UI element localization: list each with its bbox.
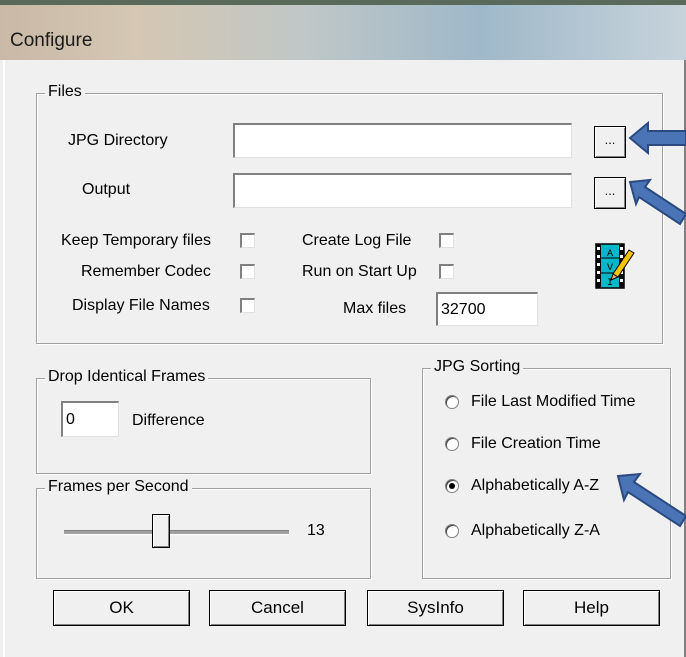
keep-temp-checkbox[interactable] [240, 233, 255, 248]
fps-value: 13 [307, 522, 325, 539]
fps-legend: Frames per Second [45, 478, 192, 496]
sort-last-modified-label[interactable]: File Last Modified Time [471, 393, 636, 411]
run-startup-checkbox[interactable] [439, 264, 454, 279]
title-bar: Configure [0, 0, 686, 60]
sort-z-a-radio[interactable] [445, 524, 459, 538]
window-title: Configure [10, 30, 93, 51]
drop-frames-input[interactable] [61, 401, 119, 437]
avi-letter-v: V [607, 263, 613, 274]
jpg-directory-input[interactable] [233, 123, 572, 158]
dialog-body: Files JPG Directory ... Output ... Keep … [3, 60, 686, 657]
output-label: Output [82, 181, 131, 198]
arrow-icon-sort-a-z [616, 472, 686, 528]
display-names-checkbox[interactable] [240, 298, 255, 313]
sort-z-a-label[interactable]: Alphabetically Z-A [471, 522, 600, 540]
max-files-input[interactable] [436, 292, 538, 326]
remember-codec-checkbox[interactable] [240, 264, 255, 279]
arrow-icon-output-browse [628, 178, 686, 226]
create-log-checkbox[interactable] [439, 233, 454, 248]
arrow-icon-jpg-browse [628, 120, 686, 156]
jpg-sorting-legend: JPG Sorting [431, 358, 524, 376]
title-bar-edge [0, 0, 686, 5]
display-names-label: Display File Names [72, 297, 210, 314]
remember-codec-label: Remember Codec [81, 263, 211, 280]
run-startup-label: Run on Start Up [302, 263, 417, 280]
help-button[interactable]: Help [523, 590, 660, 626]
sort-creation-label[interactable]: File Creation Time [471, 435, 601, 453]
fps-slider-track[interactable] [64, 530, 289, 535]
avi-letter-a: A [607, 249, 613, 260]
output-browse-button[interactable]: ... [594, 177, 626, 209]
sort-creation-radio[interactable] [445, 437, 459, 451]
sort-last-modified-radio[interactable] [445, 395, 459, 409]
files-legend: Files [45, 83, 85, 101]
sysinfo-button[interactable]: SysInfo [367, 590, 504, 626]
avi-film-icon: A V I [595, 243, 635, 289]
keep-temp-label: Keep Temporary files [61, 232, 211, 249]
jpg-directory-label: JPG Directory [68, 132, 168, 149]
difference-label: Difference [132, 412, 205, 429]
fps-slider-thumb[interactable] [151, 514, 170, 548]
sort-a-z-label[interactable]: Alphabetically A-Z [471, 477, 599, 495]
sort-a-z-radio[interactable] [445, 479, 459, 493]
output-input[interactable] [233, 173, 572, 208]
jpg-directory-browse-button[interactable]: ... [594, 126, 626, 158]
ok-button[interactable]: OK [53, 590, 190, 626]
create-log-label: Create Log File [302, 232, 412, 249]
cancel-button[interactable]: Cancel [209, 590, 346, 626]
drop-frames-legend: Drop Identical Frames [45, 368, 209, 386]
max-files-label: Max files [343, 300, 407, 317]
